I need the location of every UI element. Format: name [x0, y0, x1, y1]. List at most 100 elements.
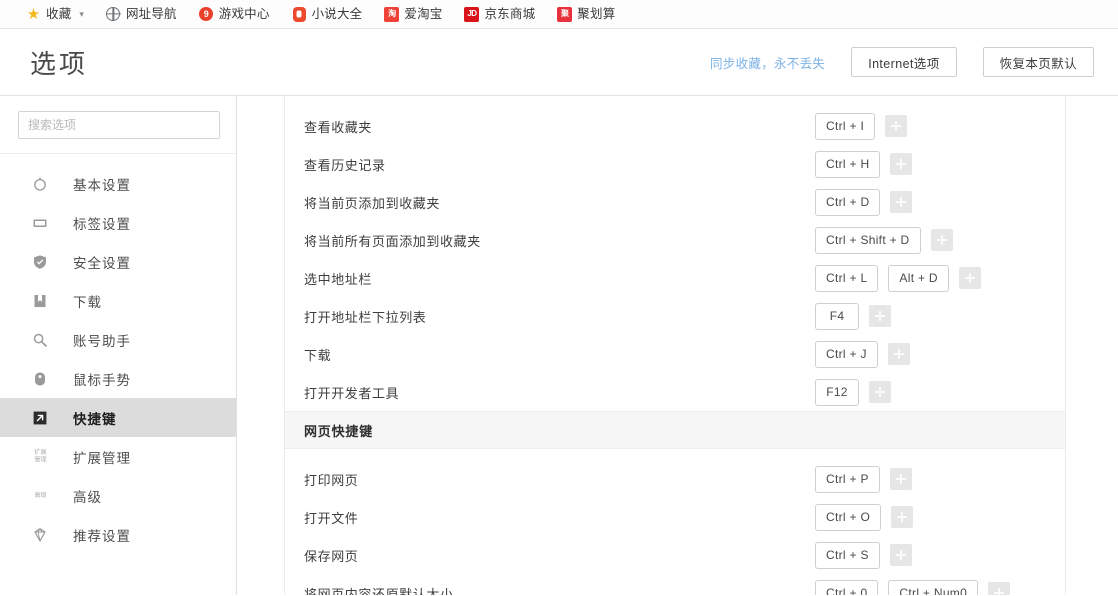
shortcut-row: 打开开发者工具 F12	[285, 373, 1065, 411]
page-header: 选项 同步收藏，永不丢失 Internet选项 恢复本页默认	[0, 29, 1118, 96]
shortcut-label: 下载	[304, 347, 332, 363]
shortcut-keycap[interactable]: Ctrl + I	[815, 112, 876, 140]
shortcut-keycap[interactable]: Ctrl + S	[815, 541, 880, 569]
sidebar-item-label: 快捷键	[73, 411, 117, 427]
add-shortcut-button[interactable]	[887, 343, 910, 365]
shortcut-keys: Ctrl + Shift + D	[815, 226, 1065, 254]
sync-favorites-link[interactable]: 同步收藏，永不丢失	[710, 53, 825, 72]
sidebar-item-4[interactable]: 账号助手	[0, 320, 236, 359]
shortcut-row: 打开地址栏下拉列表 F4	[285, 297, 1065, 335]
shortcut-keycap[interactable]: Ctrl + 0	[815, 579, 879, 595]
shortcut-row: 将当前页添加到收藏夹 Ctrl + D	[285, 183, 1065, 221]
add-shortcut-button[interactable]	[891, 506, 914, 528]
shortcut-keycap[interactable]: Ctrl + D	[815, 188, 881, 216]
header-actions: 同步收藏，永不丢失 Internet选项 恢复本页默认	[710, 47, 1094, 77]
add-shortcut-button[interactable]	[885, 115, 908, 137]
add-shortcut-button[interactable]	[988, 582, 1011, 595]
shortcut-keys: Ctrl + J	[815, 340, 1065, 368]
sidebar-item-label: 扩展管理	[73, 450, 131, 466]
sidebar-search-area	[0, 96, 236, 154]
shortcut-keycap[interactable]: Ctrl + P	[815, 465, 880, 493]
bookmark-item-label: 小说大全	[311, 6, 363, 21]
shortcut-label: 保存网页	[304, 548, 359, 564]
bookmark-item[interactable]: 9 游戏中心	[199, 7, 270, 22]
search-input[interactable]	[18, 111, 220, 139]
add-shortcut-button[interactable]	[930, 229, 953, 251]
shortcut-row: 将网页内容还原默认大小 Ctrl + 0 Ctrl + Num0	[285, 574, 1065, 595]
sidebar-item-3[interactable]: 下载	[0, 281, 236, 320]
shortcut-keys: Ctrl + O	[815, 503, 1065, 531]
sidebar-item-5[interactable]: 鼠标手势	[0, 359, 236, 398]
shortcut-label: 打印网页	[304, 472, 359, 488]
sidebar-nav: 基本设置标签设置安全设置下载账号助手鼠标手势快捷键扩展 管理 扩展管理高级 高级推荐设…	[0, 154, 236, 554]
download-icon	[30, 291, 50, 311]
basic-settings-icon	[30, 174, 50, 194]
add-shortcut-button[interactable]	[869, 305, 891, 327]
bookmark-item[interactable]: JD 京东商城	[464, 6, 536, 22]
juhuasuan-icon: 聚	[557, 6, 573, 22]
bookmark-item[interactable]: 聚聚划算	[557, 6, 615, 22]
shortcut-row: 选中地址栏 Ctrl + L Alt + D	[285, 259, 1065, 297]
shortcut-keycap[interactable]: Ctrl + H	[815, 150, 881, 178]
sidebar-item-6[interactable]: 快捷键	[0, 398, 236, 437]
star-icon: ★	[26, 5, 41, 23]
shortcut-keycap[interactable]: Ctrl + L	[815, 264, 879, 292]
sidebar-item-label: 鼠标手势	[73, 372, 131, 388]
add-shortcut-button[interactable]	[890, 191, 913, 213]
add-shortcut-button[interactable]	[889, 544, 912, 566]
extension-manage-icon: 扩展 管理	[30, 447, 50, 467]
sidebar: 基本设置标签设置安全设置下载账号助手鼠标手势快捷键扩展管理 扩展管理高级 高级推荐设…	[0, 96, 237, 595]
shortcut-keys: Ctrl + L Alt + D	[815, 264, 1065, 292]
shortcut-row: 查看收藏夹 Ctrl + I	[285, 107, 1065, 145]
sidebar-item-1[interactable]: 标签设置	[0, 203, 236, 242]
shortcut-keys: Ctrl + S	[815, 541, 1065, 569]
shortcut-keycap[interactable]: Ctrl + O	[815, 503, 882, 531]
bookmark-item[interactable]: ★ 收藏 ▾	[26, 7, 84, 22]
shortcut-keys: F12	[815, 378, 1065, 406]
sidebar-item-label: 账号助手	[73, 333, 131, 349]
bookmark-item[interactable]: 网址导航	[106, 7, 177, 22]
internet-options-button[interactable]: Internet选项	[851, 47, 957, 77]
sidebar-item-label: 安全设置	[73, 255, 131, 271]
jd-icon: JD	[464, 6, 480, 22]
sidebar-item-2[interactable]: 安全设置	[0, 242, 236, 281]
section-header: 网页快捷键	[285, 411, 1065, 449]
sidebar-item-0[interactable]: 基本设置	[0, 164, 236, 203]
shortcut-keycap[interactable]: F12	[815, 378, 859, 406]
sidebar-item-label: 标签设置	[73, 216, 131, 232]
shortcut-row: 将当前所有页面添加到收藏夹 Ctrl + Shift + D	[285, 221, 1065, 259]
sidebar-item-8[interactable]: 高级 高级	[0, 476, 236, 515]
advanced-icon: 高级	[30, 486, 50, 506]
page-title: 选项	[30, 48, 89, 79]
bookmark-item[interactable]: 淘爱淘宝	[384, 6, 442, 22]
sidebar-item-label: 高级	[73, 489, 102, 505]
add-shortcut-button[interactable]	[890, 153, 913, 175]
chevron-down-icon[interactable]: ▾	[79, 9, 84, 19]
shortcut-row: 查看历史记录 Ctrl + H	[285, 145, 1065, 183]
shortcut-keycap[interactable]: Alt + D	[888, 264, 949, 292]
bookmark-item-label: 收藏	[46, 6, 72, 21]
shortcut-label: 选中地址栏	[304, 271, 373, 287]
shortcut-keycap[interactable]: Ctrl + J	[815, 340, 878, 368]
shortcut-label: 将当前页添加到收藏夹	[304, 195, 441, 211]
add-shortcut-button[interactable]	[958, 267, 981, 289]
restore-page-defaults-button[interactable]: 恢复本页默认	[982, 47, 1094, 77]
shortcut-keys: Ctrl + H	[815, 150, 1065, 178]
sidebar-item-9[interactable]: 推荐设置	[0, 515, 236, 554]
shortcut-key-icon	[30, 408, 50, 428]
main-layout: 基本设置标签设置安全设置下载账号助手鼠标手势快捷键扩展管理扩展管理高级高级推荐设…	[0, 96, 1118, 595]
bookmark-item-label: 京东商城	[484, 6, 536, 21]
shortcut-keycap[interactable]: Ctrl + Num0	[888, 579, 979, 595]
bookmark-item-label: 游戏中心	[218, 6, 270, 21]
bookmark-item[interactable]: 小说大全	[292, 6, 363, 22]
shortcut-keys: Ctrl + P	[815, 465, 1065, 493]
sidebar-item-7[interactable]: 扩展 管理 扩展管理	[0, 437, 236, 476]
shortcut-label: 打开开发者工具	[304, 385, 400, 401]
shortcut-keycap[interactable]: Ctrl + Shift + D	[815, 226, 921, 254]
shortcut-keycap[interactable]: F4	[815, 302, 859, 330]
content-area: 查看收藏夹 Ctrl + I 查看历史记录 Ctrl + H 将当前页添加到收藏夹 Ctr…	[237, 96, 1118, 595]
add-shortcut-button[interactable]	[869, 381, 891, 403]
add-shortcut-button[interactable]	[889, 468, 912, 490]
shortcut-label: 将网页内容还原默认大小	[304, 586, 454, 596]
